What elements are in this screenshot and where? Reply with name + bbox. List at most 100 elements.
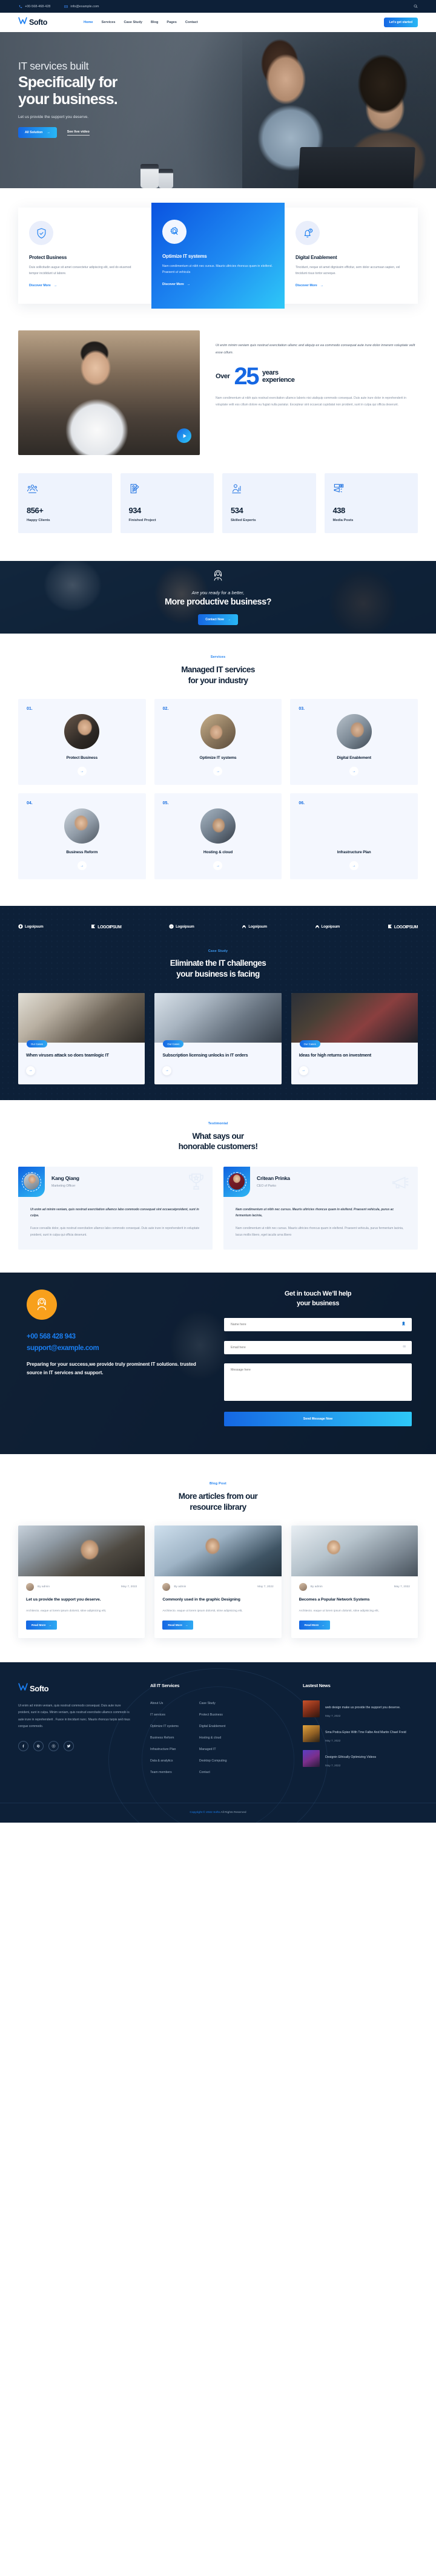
skype-icon[interactable] <box>48 1741 59 1752</box>
service-card-03[interactable]: 03. Digital Enablement → <box>290 699 418 785</box>
nav-item-blog[interactable]: Blog <box>151 21 158 24</box>
footer-link[interactable]: Contact <box>199 1771 227 1774</box>
testimonial-grid: Kang Qiang Marketing Officer Ut enim ad … <box>18 1166 418 1250</box>
topbar-phone-text: +00-568-468-428 <box>25 4 51 8</box>
twitter-icon[interactable] <box>64 1741 74 1752</box>
contact-email-input[interactable] <box>224 1341 412 1355</box>
hero-title-line2: your business. <box>18 91 118 108</box>
feature-card-optimize-it-systems[interactable]: Optimize IT systems Nam condimentum ut n… <box>151 203 285 309</box>
stat-label: Happy Clients <box>27 519 50 523</box>
feature-discover-more-link[interactable]: Discover More → <box>296 284 323 287</box>
footer-news-item[interactable]: web design make us provide the support y… <box>303 1700 418 1718</box>
arrow-right-icon[interactable]: → <box>299 1066 308 1075</box>
blog-card-1[interactable]: By admin May 7, 2022 Let us provide the … <box>18 1526 145 1639</box>
footer-link[interactable]: Optimize IT systems <box>150 1725 179 1728</box>
brand-name: Logoipsum <box>25 925 44 929</box>
footer-link[interactable]: Hosting & cloud <box>199 1736 227 1740</box>
contact-name-input[interactable] <box>224 1318 412 1332</box>
arrow-right-icon[interactable]: → <box>213 861 223 871</box>
envelope-icon <box>64 4 68 8</box>
footer-news-item[interactable]: Designin Ethically Optimizing Videos May… <box>303 1750 418 1768</box>
brand-logo[interactable]: Softo <box>18 17 47 28</box>
nav-item-contact[interactable]: Contact <box>185 21 198 24</box>
arrow-right-icon[interactable]: → <box>77 861 87 871</box>
topbar-email[interactable]: info@example.com <box>64 4 99 8</box>
contact-form-heading-line2: your business <box>296 1299 340 1307</box>
service-photo <box>337 808 372 844</box>
topbar-phone[interactable]: +00-568-468-428 <box>18 4 50 8</box>
footer-link[interactable]: Desktop Computing <box>199 1759 227 1763</box>
service-card-05[interactable]: 05. Hosting & cloud → <box>154 793 282 880</box>
case-study-card-1[interactable]: Our Cases When viruses attack so does te… <box>18 993 145 1084</box>
pinterest-icon[interactable] <box>33 1741 44 1752</box>
contact-email[interactable]: support@example.com <box>27 1345 200 1352</box>
arrow-right-icon[interactable]: → <box>213 767 223 776</box>
blog-card-2[interactable]: By admin May 7, 2022 Commonly used in th… <box>154 1526 282 1639</box>
blog-card-3[interactable]: By admin May 7, 2022 Becomes a Popular N… <box>291 1526 418 1639</box>
blog-read-more-button[interactable]: Read More → <box>26 1621 58 1630</box>
footer-link[interactable]: Case Study <box>199 1702 227 1705</box>
nav-item-home[interactable]: Home <box>84 21 93 24</box>
footer-link[interactable]: Managed IT <box>199 1748 227 1751</box>
feature-discover-more-link[interactable]: Discover More → <box>29 284 57 287</box>
envelope-icon: ✉ <box>403 1345 406 1349</box>
play-icon[interactable] <box>177 428 191 444</box>
get-started-button[interactable]: Let's get started <box>383 18 418 27</box>
stat-label: Finished Project <box>128 519 156 523</box>
hero-all-solution-button[interactable]: All Solution → <box>18 127 57 139</box>
feature-card-protect-business[interactable]: Protect Business Duis sollicitudin augue… <box>18 208 151 304</box>
footer-link[interactable]: Digital Enablement <box>199 1725 227 1728</box>
service-card-04[interactable]: 04. Business Reform → <box>18 793 146 880</box>
copyright-link[interactable]: Copyright © 2022 Softo <box>190 1811 220 1814</box>
service-card-06[interactable]: 06. Infrastructure Plan → <box>290 793 418 880</box>
footer-link[interactable]: Business Reform <box>150 1736 179 1740</box>
years-over-label: Over <box>216 373 230 381</box>
send-message-button[interactable]: Send Message Now <box>224 1412 412 1427</box>
service-photo <box>200 714 236 750</box>
blog-section: Blog Post More articles from our resourc… <box>0 1454 436 1663</box>
cta-button-label: Contact Now <box>205 617 224 621</box>
brand-name: Logoipsum <box>321 925 340 929</box>
feature-text: Nam condimentum ut nibh nec cursus. Maur… <box>162 264 273 275</box>
footer-link[interactable]: Infrastructure Plan <box>150 1748 179 1751</box>
service-card-01[interactable]: 01. Protect Business → <box>18 699 146 785</box>
nav-item-services[interactable]: Services <box>101 21 115 24</box>
footer-link[interactable]: IT services <box>150 1713 179 1717</box>
avatar <box>18 1166 45 1197</box>
flag-logo-icon <box>388 924 392 930</box>
facebook-icon[interactable] <box>18 1741 28 1752</box>
contact-message-input[interactable] <box>224 1363 412 1401</box>
footer-logo[interactable]: Softo <box>18 1683 133 1694</box>
arrow-right-icon[interactable]: → <box>349 767 359 776</box>
arrow-right-icon[interactable]: → <box>162 1066 172 1075</box>
footer-link[interactable]: Protect Business <box>199 1713 227 1717</box>
case-study-photo: Our Cases <box>154 993 282 1048</box>
feature-card-digital-enablement[interactable]: Digital Enablement Tincidunt, neque sit … <box>285 208 418 304</box>
nav-item-pages[interactable]: Pages <box>167 21 176 24</box>
footer-link[interactable]: About Us <box>150 1702 179 1705</box>
hero-see-live-video-link[interactable]: See live video <box>67 130 90 136</box>
blog-read-more-label: Read More <box>31 1624 46 1627</box>
case-study-heading-line2: your business is facing <box>176 969 260 979</box>
feature-discover-more-link[interactable]: Discover More → <box>162 283 190 286</box>
testimonial-body: Nam condimentum ut nibh nec cursus. Maur… <box>236 1226 404 1237</box>
arrow-right-icon[interactable]: → <box>349 861 359 871</box>
hero-kicker: IT services built <box>18 60 89 72</box>
contact-phone[interactable]: +00 568 428 943 <box>27 1333 200 1340</box>
blog-read-more-button[interactable]: Read More → <box>162 1621 194 1630</box>
blog-read-more-button[interactable]: Read More → <box>299 1621 330 1630</box>
stat-number: 438 <box>332 506 346 516</box>
footer-link[interactable]: Data & analytics <box>150 1759 179 1763</box>
years-label-line1: years <box>262 369 279 376</box>
cta-contact-now-button[interactable]: Contact Now → <box>198 614 238 625</box>
footer-news-item[interactable]: Sma Podca Episo With Tme Falbe And Marti… <box>303 1725 418 1743</box>
search-icon[interactable] <box>414 4 418 8</box>
arrow-right-icon[interactable]: → <box>77 767 87 776</box>
service-card-02[interactable]: 02. Optimize IT systems → <box>154 699 282 785</box>
arrow-right-icon[interactable]: → <box>26 1066 35 1075</box>
user-icon: 👤 <box>401 1322 406 1326</box>
nav-item-case-study[interactable]: Case Study <box>124 21 142 24</box>
case-study-card-2[interactable]: Our Cases Subscription licensing unlocks… <box>154 993 282 1084</box>
case-study-card-3[interactable]: Our Cases Ideas for high returns on inve… <box>291 993 418 1084</box>
footer-link[interactable]: Team members <box>150 1771 179 1774</box>
